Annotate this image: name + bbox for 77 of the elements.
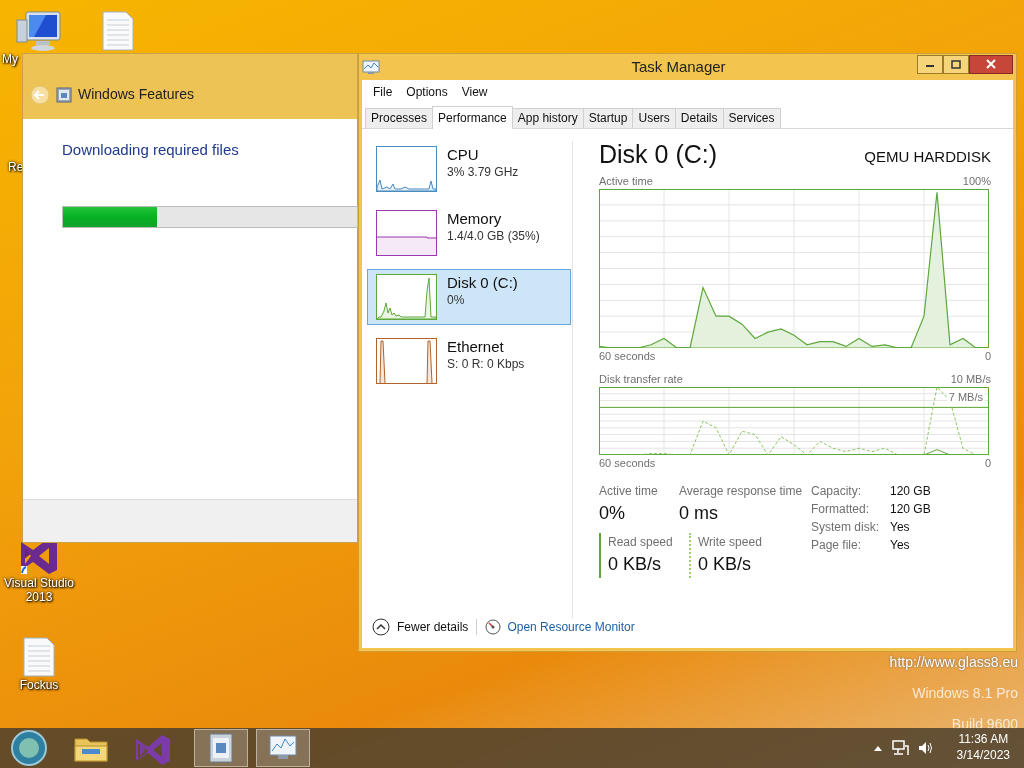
stat-label: Active time (599, 482, 659, 500)
show-hidden-icons-icon[interactable] (872, 744, 883, 752)
close-icon (986, 59, 996, 69)
task-manager-icon (362, 59, 380, 75)
property-label: System disk: (811, 518, 880, 536)
resource-detail: 3% 3.79 GHz (447, 164, 519, 182)
property-value: Yes (890, 518, 910, 536)
collapse-icon (372, 618, 390, 636)
property-value: 120 GB (890, 500, 931, 518)
scale-min-label: 0 (984, 349, 991, 364)
tab[interactable]: Processes (365, 108, 434, 128)
website-text: http://www.glass8.eu (889, 653, 1018, 672)
resource-name: Disk 0 (C:) (447, 274, 518, 292)
property-value: Yes (890, 536, 910, 554)
build-text: Build 9600 (951, 715, 1018, 734)
fewer-details-button[interactable]: Fewer details (372, 618, 469, 636)
icon-label: My (2, 52, 18, 67)
tab[interactable]: Performance (432, 106, 513, 129)
property-label: Formatted: (811, 500, 871, 518)
stat-value: 0% (599, 501, 626, 525)
property-value: 120 GB (890, 482, 931, 500)
clock[interactable]: 11:36 AM 3/14/2023 (956, 732, 1010, 764)
speed-value: 0 KB/s (608, 552, 663, 576)
window-title: Windows Features (78, 85, 194, 104)
scale-min-label: 0 (984, 456, 991, 471)
resource-monitor-link[interactable]: Open Resource Monitor (485, 618, 635, 636)
resource-detail: 0% (447, 292, 466, 310)
disk-title: Disk 0 (C:) (599, 141, 718, 169)
tab[interactable]: Details (674, 108, 724, 128)
menu-item[interactable]: Options (399, 82, 455, 102)
close-button[interactable] (969, 54, 1013, 74)
resource-name: Memory (447, 210, 503, 228)
speed-value: 0 KB/s (698, 552, 753, 576)
graph-title: Disk transfer rate (599, 371, 683, 387)
task-manager-icon[interactable] (256, 729, 310, 767)
features-icon (56, 86, 72, 103)
disk-model: QEMU HARDDISK (864, 147, 991, 167)
scale-max-label: 10 MB/s (950, 371, 991, 387)
tab[interactable]: Users (632, 108, 676, 128)
resource-detail: S: 0 R: 0 Kbps (447, 356, 525, 374)
gauge-icon (485, 619, 502, 635)
edition-text: Windows 8.1 Pro (912, 684, 1018, 703)
property-label: Page file: (811, 536, 863, 554)
icon-label: Visual Studio 2013 (3, 576, 75, 605)
resource-item[interactable]: Memory 1.4/4.0 GB (35%) (367, 205, 571, 261)
menu-item[interactable]: View (454, 82, 495, 102)
stat-label: Average response time (679, 482, 803, 500)
time-span-label: 60 seconds (599, 349, 656, 364)
minimize-button[interactable] (917, 54, 943, 74)
resource-name: CPU (447, 146, 480, 164)
speed-label: Write speed (698, 533, 762, 551)
resource-item[interactable]: CPU 3% 3.79 GHz (367, 141, 571, 197)
icon-label: Fockus (19, 678, 59, 693)
scale-max-label: 100% (962, 173, 991, 189)
resource-name: Ethernet (447, 338, 505, 356)
window-title: Task Manager (630, 56, 727, 77)
property-label: Capacity: (811, 482, 863, 500)
start-button[interactable] (8, 729, 50, 767)
stat-value: 0 ms (679, 501, 719, 525)
graph-title: Active time (599, 173, 653, 189)
maximize-icon (951, 59, 961, 69)
resource-detail: 1.4/4.0 GB (35%) (447, 228, 540, 246)
resource-item[interactable]: Disk 0 (C:) 0% (367, 269, 571, 325)
menu-item[interactable]: File (366, 82, 400, 102)
time-span-label: 60 seconds (599, 456, 656, 471)
icon-label: Re (8, 160, 24, 175)
volume-icon[interactable] (916, 740, 935, 756)
tab[interactable]: App history (511, 108, 584, 128)
network-icon[interactable] (890, 740, 909, 756)
status-heading: Downloading required files (62, 140, 240, 160)
features-icon[interactable] (194, 729, 248, 767)
tab[interactable]: Startup (582, 108, 634, 128)
speed-label: Read speed (608, 533, 673, 551)
resource-item[interactable]: Ethernet S: 0 R: 0 Kbps (367, 333, 571, 389)
computer-icon[interactable] (16, 10, 64, 52)
maximize-button[interactable] (943, 54, 969, 74)
tab[interactable]: Services (722, 108, 781, 128)
